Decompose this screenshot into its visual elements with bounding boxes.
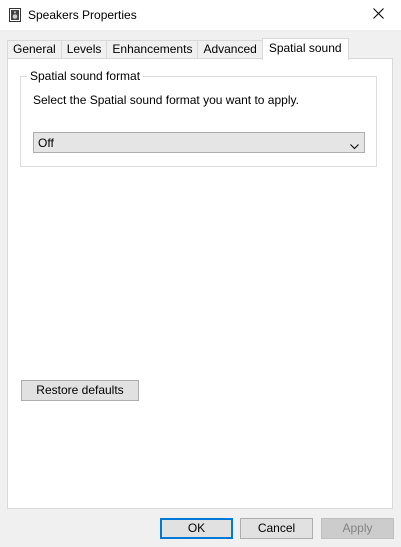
spatial-format-dropdown[interactable]: Off [33, 132, 365, 153]
group-label: Spatial sound format [27, 69, 144, 83]
tab-panel-spatial-sound: Spatial sound format Select the Spatial … [7, 58, 393, 509]
cancel-button[interactable]: Cancel [240, 518, 313, 539]
tab-levels[interactable]: Levels [60, 40, 108, 59]
dropdown-selected-value: Off [38, 136, 54, 150]
chevron-down-icon [350, 139, 359, 150]
speaker-icon [9, 8, 21, 22]
title-bar[interactable]: Speakers Properties [0, 0, 401, 30]
close-icon [372, 8, 384, 22]
tab-spatial-sound[interactable]: Spatial sound [261, 38, 349, 60]
ok-button[interactable]: OK [160, 518, 233, 539]
close-button[interactable] [355, 0, 401, 30]
format-description: Select the Spatial sound format you want… [33, 93, 299, 107]
properties-window: Speakers Properties General Levels Enhan… [0, 0, 401, 547]
apply-button[interactable]: Apply [321, 518, 394, 539]
restore-defaults-button[interactable]: Restore defaults [21, 380, 139, 401]
window-title: Speakers Properties [28, 8, 137, 22]
tab-advanced[interactable]: Advanced [197, 40, 263, 59]
tab-enhancements[interactable]: Enhancements [106, 40, 199, 59]
spatial-sound-format-group: Spatial sound format Select the Spatial … [20, 69, 377, 167]
tab-general[interactable]: General [7, 40, 62, 59]
tab-bar: General Levels Enhancements Advanced Spa… [7, 38, 349, 60]
